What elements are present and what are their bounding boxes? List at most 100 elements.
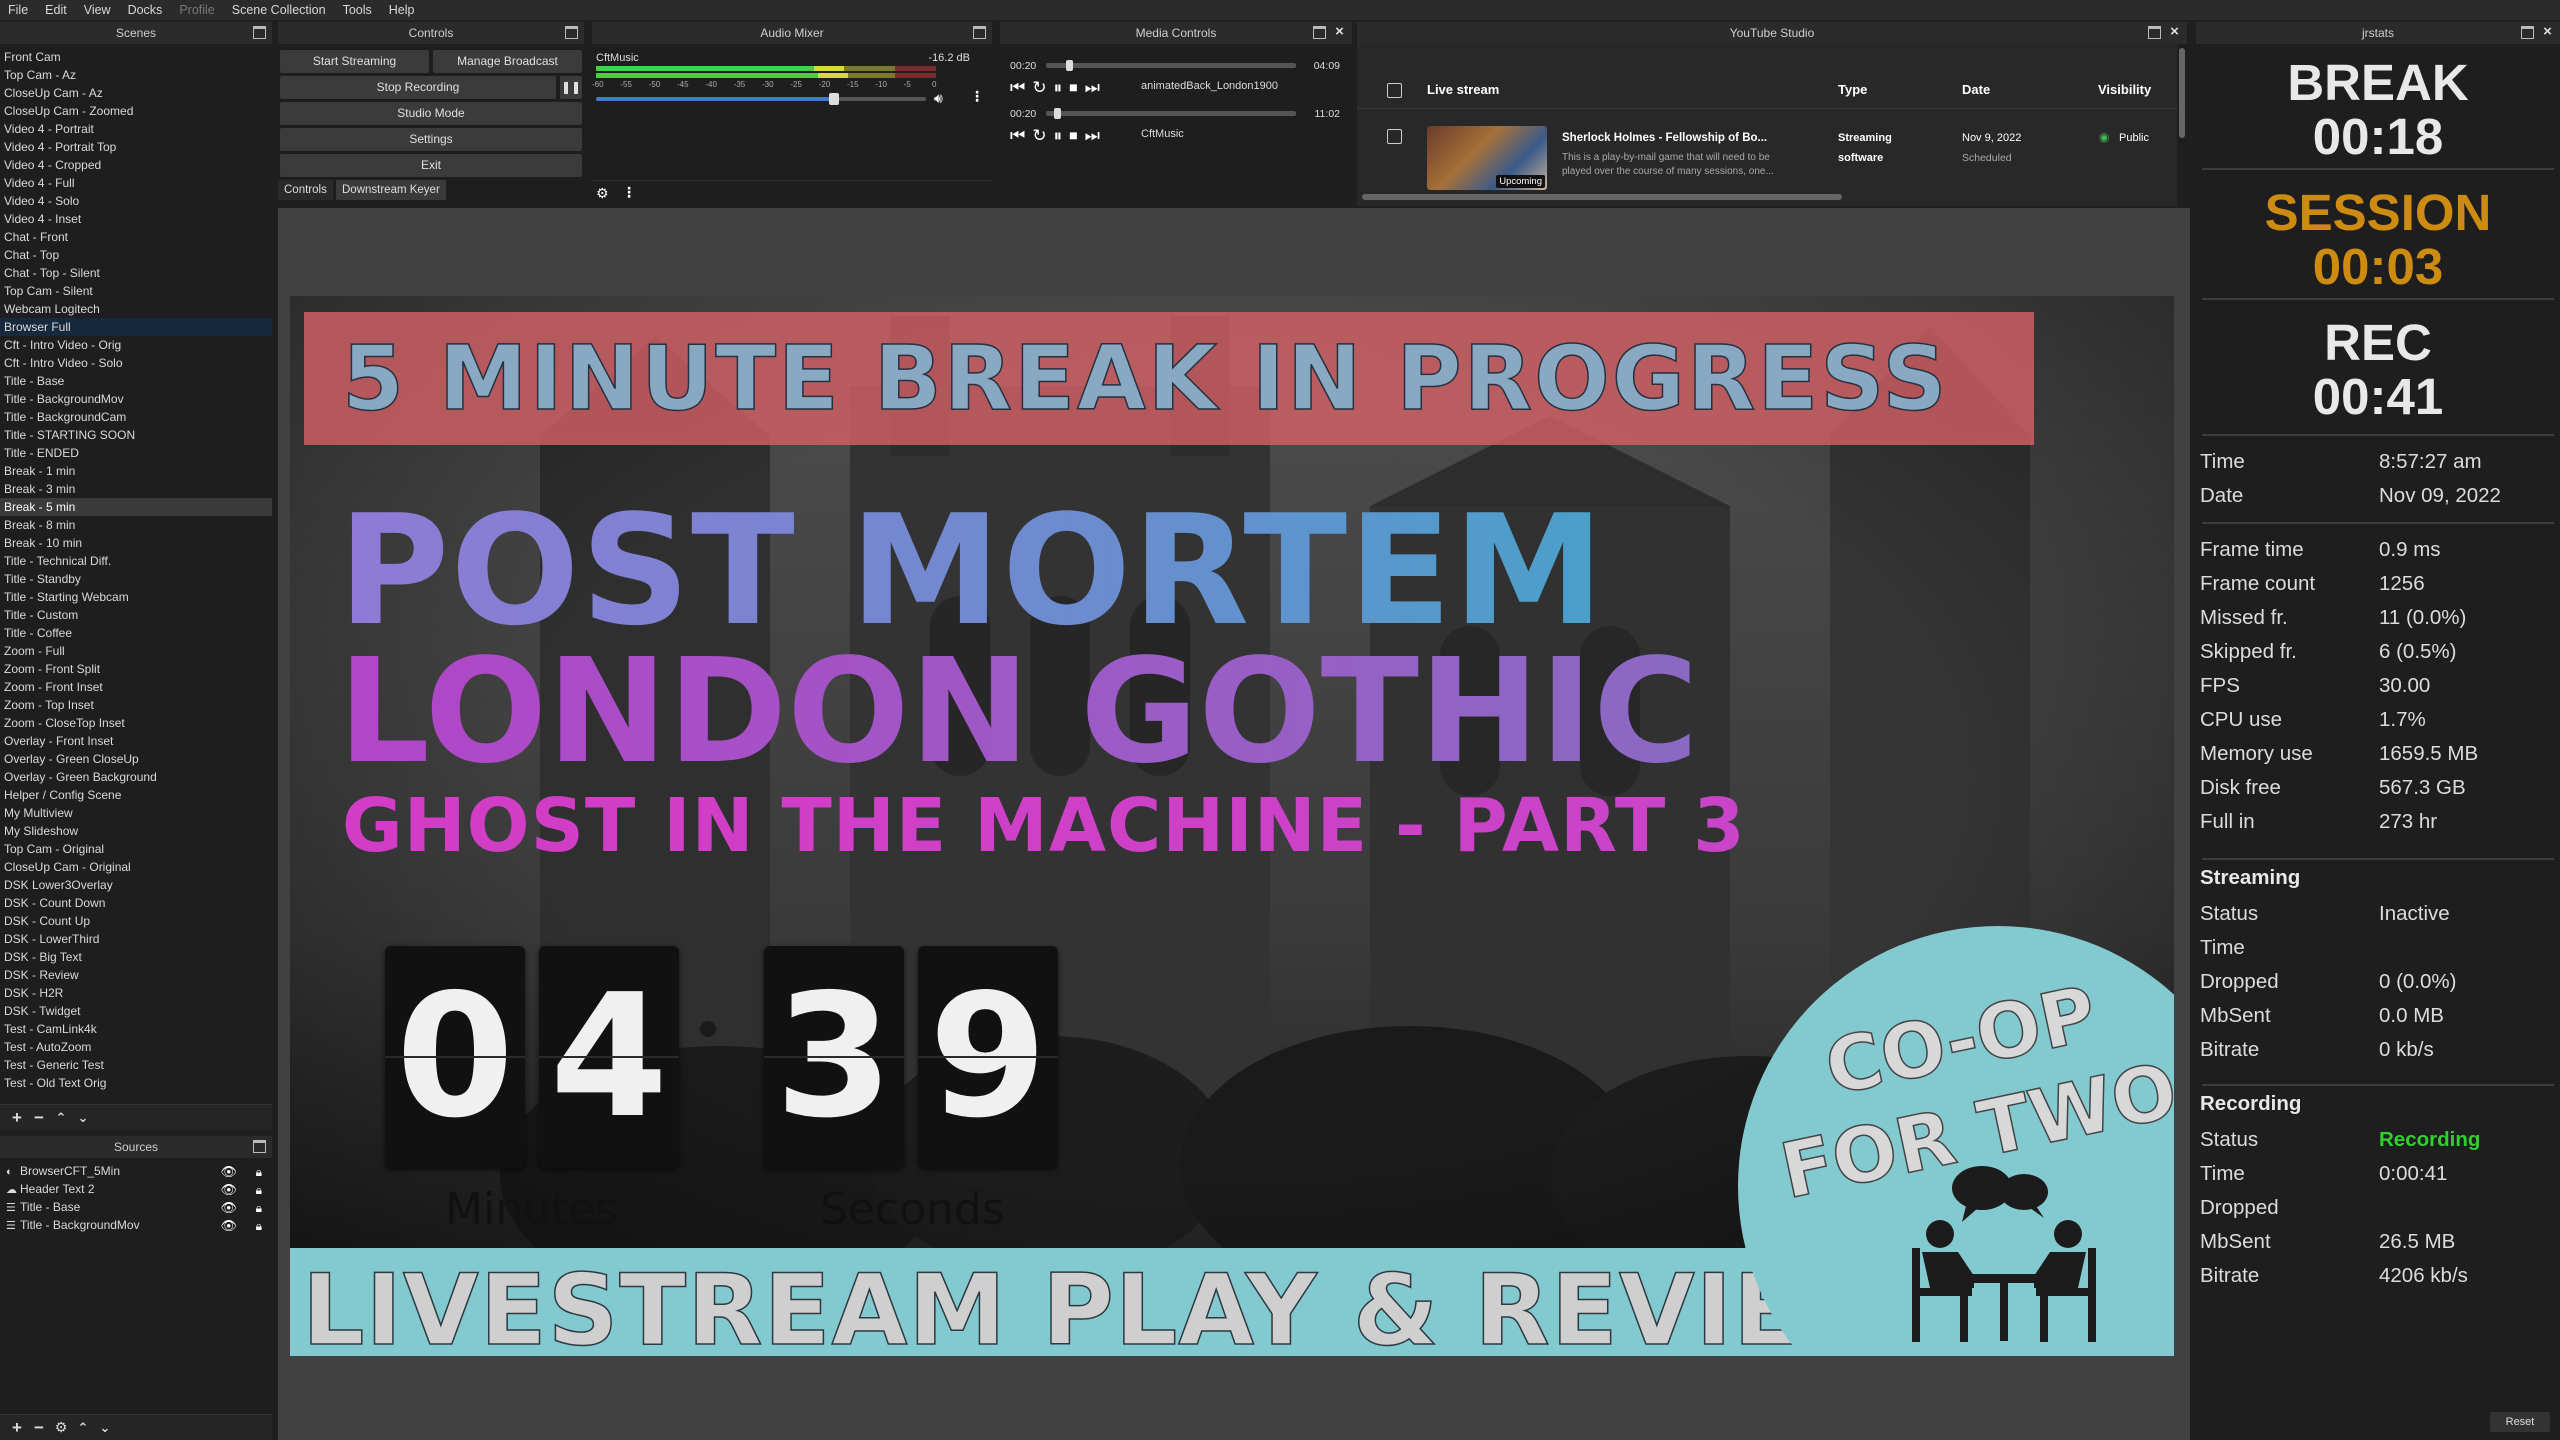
- scene-list-item[interactable]: Video 4 - Full: [0, 174, 272, 192]
- stream-thumbnail[interactable]: Upcoming: [1427, 126, 1547, 190]
- scene-list-item[interactable]: DSK - Twidget: [0, 1002, 272, 1020]
- scene-list-item[interactable]: Title - Base: [0, 372, 272, 390]
- horizontal-scrollbar[interactable]: [1362, 194, 1842, 200]
- lock-icon[interactable]: 🔒︎: [256, 1217, 262, 1235]
- close-icon[interactable]: ×: [2541, 24, 2554, 39]
- scene-list-item[interactable]: CloseUp Cam - Original: [0, 858, 272, 876]
- add-source-icon[interactable]: +: [6, 1418, 28, 1438]
- scene-list-item[interactable]: Zoom - Front Inset: [0, 678, 272, 696]
- menu-item-tools[interactable]: Tools: [343, 3, 372, 17]
- scene-list-item[interactable]: Test - CamLink4k: [0, 1020, 272, 1038]
- scene-list-item[interactable]: Top Cam - Az: [0, 66, 272, 84]
- scene-list-item[interactable]: Title - ENDED: [0, 444, 272, 462]
- scene-list-item[interactable]: Chat - Top - Silent: [0, 264, 272, 282]
- settings-button[interactable]: Settings: [280, 128, 582, 151]
- gear-icon[interactable]: ⚙: [596, 185, 609, 202]
- gear-icon[interactable]: ⚙: [50, 1419, 72, 1436]
- tab-downstream-keyer[interactable]: Downstream Keyer: [336, 180, 446, 200]
- scene-list-item[interactable]: DSK - LowerThird: [0, 930, 272, 948]
- move-down-icon[interactable]: ⌄: [72, 1110, 94, 1126]
- restart-icon[interactable]: ↻: [1032, 126, 1053, 145]
- scene-list-item[interactable]: Video 4 - Portrait Top: [0, 138, 272, 156]
- scene-list-item[interactable]: Title - STARTING SOON: [0, 426, 272, 444]
- menu-item-file[interactable]: File: [8, 3, 28, 17]
- scene-list-item[interactable]: Video 4 - Portrait: [0, 120, 272, 138]
- volume-slider[interactable]: [596, 93, 926, 105]
- scene-list-item[interactable]: Video 4 - Solo: [0, 192, 272, 210]
- scene-list-item[interactable]: Zoom - Front Split: [0, 660, 272, 678]
- volume-thumb[interactable]: [828, 93, 839, 105]
- scene-list-item[interactable]: Break - 3 min: [0, 480, 272, 498]
- studio-mode-button[interactable]: Studio Mode: [280, 102, 582, 125]
- menu-item-edit[interactable]: Edit: [45, 3, 67, 17]
- program-preview[interactable]: 5 MINUTE BREAK IN PROGRESS POST MORTEM L…: [290, 296, 2174, 1356]
- add-scene-icon[interactable]: +: [6, 1108, 28, 1128]
- float-icon[interactable]: [2148, 26, 2161, 39]
- scene-list-item[interactable]: Title - Custom: [0, 606, 272, 624]
- previous-icon[interactable]: ⏮︎: [1010, 78, 1032, 97]
- menu-item-scene-collection[interactable]: Scene Collection: [232, 3, 326, 17]
- vertical-scrollbar[interactable]: [2177, 44, 2187, 206]
- start-streaming-button[interactable]: Start Streaming: [280, 50, 429, 73]
- more-menu-icon[interactable]: ⋮: [970, 88, 984, 105]
- reset-button[interactable]: Reset: [2490, 1412, 2550, 1432]
- close-icon[interactable]: ×: [1333, 24, 1346, 39]
- scene-list-item[interactable]: Zoom - CloseTop Inset: [0, 714, 272, 732]
- tab-controls[interactable]: Controls: [278, 180, 333, 200]
- exit-button[interactable]: Exit: [280, 154, 582, 177]
- col-live-stream[interactable]: Live stream: [1427, 82, 1499, 97]
- visibility-eye-icon[interactable]: 👁︎: [220, 1217, 237, 1235]
- float-icon[interactable]: [565, 26, 578, 39]
- col-type[interactable]: Type: [1838, 82, 1867, 97]
- stream-title[interactable]: Sherlock Holmes - Fellowship of Bo...: [1562, 132, 1767, 144]
- float-icon[interactable]: [2521, 26, 2534, 39]
- speaker-icon[interactable]: 🔊︎: [934, 90, 943, 107]
- stop-icon[interactable]: ⏹︎: [1069, 78, 1085, 97]
- lock-icon[interactable]: 🔒︎: [256, 1199, 262, 1217]
- restart-icon[interactable]: ↻: [1032, 78, 1053, 97]
- scene-list-item[interactable]: Break - 5 min: [0, 498, 272, 516]
- scene-list-item[interactable]: DSK - H2R: [0, 984, 272, 1002]
- scene-list-item[interactable]: Title - Standby: [0, 570, 272, 588]
- visibility-eye-icon[interactable]: 👁︎: [220, 1199, 237, 1217]
- scene-list-item[interactable]: Overlay - Front Inset: [0, 732, 272, 750]
- scene-list-item[interactable]: Video 4 - Inset: [0, 210, 272, 228]
- media-seek-thumb[interactable]: [1066, 60, 1073, 71]
- move-up-icon[interactable]: ⌃: [72, 1420, 94, 1436]
- scroll-thumb[interactable]: [2179, 48, 2185, 138]
- previous-icon[interactable]: ⏮︎: [1010, 126, 1032, 145]
- scene-list-item[interactable]: CloseUp Cam - Zoomed: [0, 102, 272, 120]
- scene-list-item[interactable]: Video 4 - Cropped: [0, 156, 272, 174]
- menu-item-help[interactable]: Help: [389, 3, 415, 17]
- scene-list-item[interactable]: Title - BackgroundMov: [0, 390, 272, 408]
- source-list-item[interactable]: ◐ BrowserCFT_5Min 👁︎ 🔒︎: [0, 1162, 272, 1180]
- scene-list-item[interactable]: CloseUp Cam - Az: [0, 84, 272, 102]
- scene-list-item[interactable]: Test - Old Text Orig: [0, 1074, 272, 1092]
- float-icon[interactable]: [1313, 26, 1326, 39]
- scene-list-item[interactable]: My Slideshow: [0, 822, 272, 840]
- scene-list-item[interactable]: Chat - Top: [0, 246, 272, 264]
- lock-icon[interactable]: 🔒︎: [256, 1181, 262, 1199]
- scene-list-item[interactable]: Front Cam: [0, 48, 272, 66]
- visibility-eye-icon[interactable]: 👁︎: [220, 1163, 237, 1181]
- scene-list-item[interactable]: Overlay - Green CloseUp: [0, 750, 272, 768]
- scene-list-item[interactable]: Test - AutoZoom: [0, 1038, 272, 1056]
- lock-icon[interactable]: 🔒︎: [256, 1163, 262, 1181]
- next-icon[interactable]: ⏭︎: [1085, 126, 1107, 145]
- remove-scene-icon[interactable]: −: [28, 1108, 50, 1128]
- scene-list-item[interactable]: My Multiview: [0, 804, 272, 822]
- visibility-eye-icon[interactable]: 👁︎: [220, 1181, 237, 1199]
- scene-list-item[interactable]: Break - 1 min: [0, 462, 272, 480]
- scene-list-item[interactable]: Title - Starting Webcam: [0, 588, 272, 606]
- manage-broadcast-button[interactable]: Manage Broadcast: [433, 50, 582, 73]
- scene-list-item[interactable]: Top Cam - Original: [0, 840, 272, 858]
- media-seek-track[interactable]: [1046, 111, 1296, 116]
- menu-item-view[interactable]: View: [84, 3, 111, 17]
- float-icon[interactable]: [253, 1140, 266, 1153]
- scene-list-item[interactable]: Overlay - Green Background: [0, 768, 272, 786]
- remove-source-icon[interactable]: −: [28, 1418, 50, 1438]
- scene-list-item[interactable]: DSK - Count Up: [0, 912, 272, 930]
- select-all-checkbox[interactable]: [1387, 83, 1402, 98]
- row-checkbox[interactable]: [1387, 129, 1402, 144]
- next-icon[interactable]: ⏭︎: [1085, 78, 1107, 97]
